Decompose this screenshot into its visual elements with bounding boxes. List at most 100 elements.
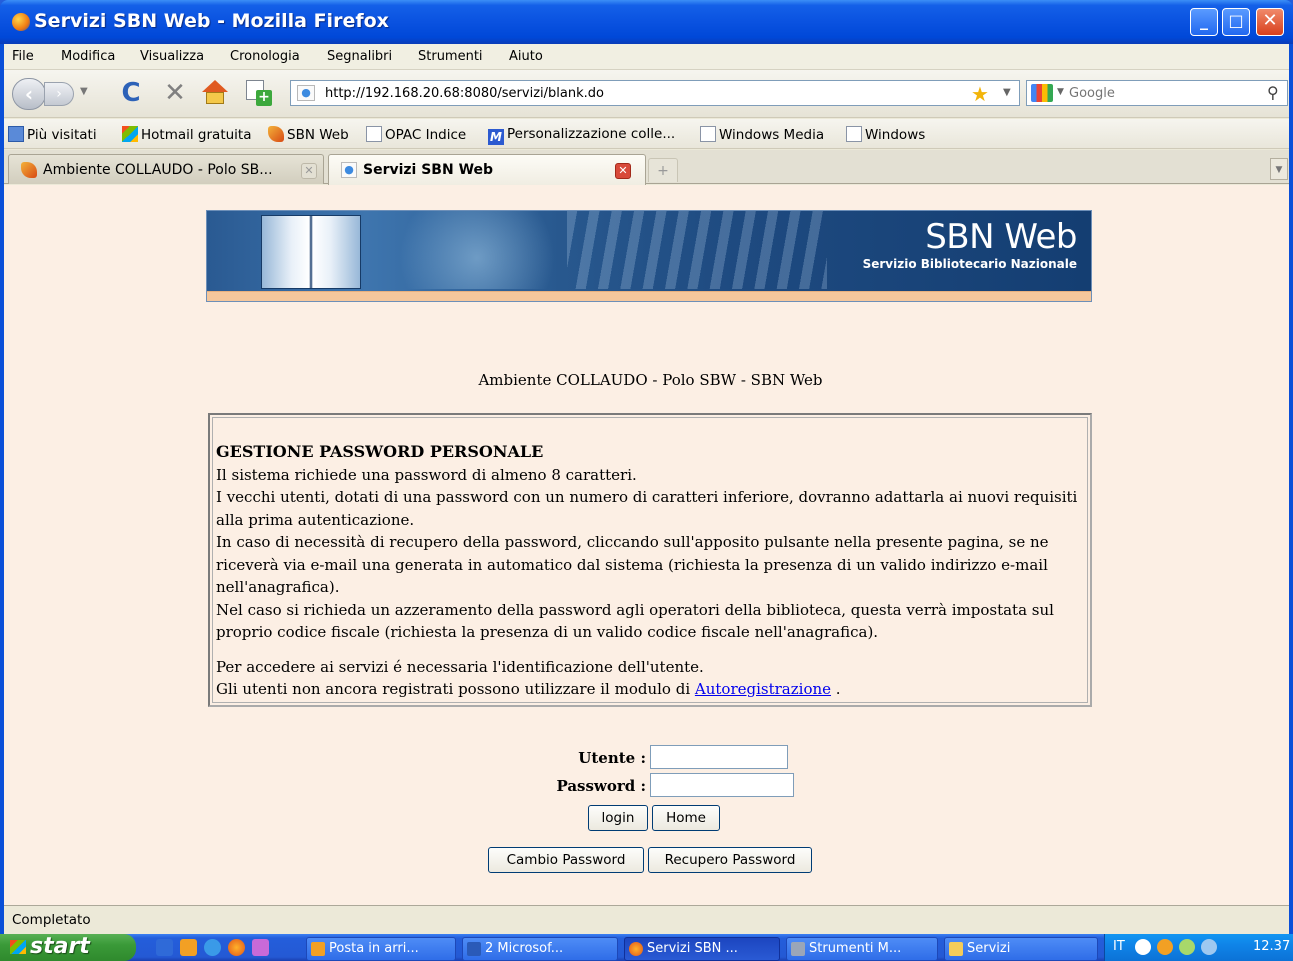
menu-modifica[interactable]: Modifica [61,49,115,64]
bookmarks-bar: Più visitati Hotmail gratuita SBN Web OP… [4,119,1289,149]
smart-bookmark-icon [8,126,24,142]
minimize-button[interactable]: _ [1190,8,1218,36]
reload-icon[interactable]: C [116,78,146,108]
user-input[interactable] [650,745,788,769]
title-bar[interactable]: Servizi SBN Web - Mozilla Firefox _ □ ✕ [0,0,1293,44]
bookmark-windows-media[interactable]: Windows Media [700,126,824,143]
system-tray: IT 12.37 [1104,934,1293,961]
stop-icon[interactable]: ✕ [160,78,190,108]
info-line: Il sistema richiede una password di alme… [216,465,637,484]
quicklaunch-outlook-icon[interactable] [180,939,197,956]
tab-servizi-sbn-web[interactable]: ● Servizi SBN Web ✕ [328,154,646,185]
task-strumenti[interactable]: Strumenti M... [786,937,938,961]
tray-network-icon[interactable] [1179,939,1195,955]
outlook-icon [311,942,325,956]
task-word[interactable]: 2 Microsof... [462,937,618,961]
clock: 12.37 [1253,939,1291,954]
engine-dropdown-icon[interactable]: ▼ [1057,87,1064,97]
menu-aiuto[interactable]: Aiuto [509,49,543,64]
loading-icon: ● [341,162,357,178]
tab-bar: Ambiente COLLAUDO - Polo SB... ✕ ● Servi… [4,150,1289,185]
page-content: SBN Web Servizio Bibliotecario Nazionale… [4,185,1289,905]
quicklaunch-firefox-icon[interactable] [228,939,245,956]
close-tab-icon[interactable]: ✕ [301,163,317,179]
search-input[interactable] [1069,84,1259,102]
home-icon[interactable] [202,80,228,106]
maximize-button[interactable]: □ [1222,8,1250,36]
recover-password-button[interactable]: Recupero Password [648,847,812,873]
page-icon [700,126,716,142]
tab-ambiente-collaudo[interactable]: Ambiente COLLAUDO - Polo SB... ✕ [8,154,324,184]
bookmark-windows[interactable]: Windows [846,126,925,143]
new-tab-button[interactable]: + [648,158,678,182]
bookmark-sbn-web[interactable]: SBN Web [268,126,349,143]
task-posta[interactable]: Posta in arri... [306,937,456,961]
search-bar[interactable]: ▼ ⚲ [1026,80,1288,106]
password-label: Password : [556,777,646,795]
menu-strumenti[interactable]: Strumenti [418,49,483,64]
quicklaunch-ie-icon[interactable] [204,939,221,956]
close-tab-icon[interactable]: ✕ [615,163,631,179]
tools-icon [791,942,805,956]
home-button[interactable]: Home [652,805,720,831]
folder-icon [949,942,963,956]
task-firefox[interactable]: Servizi SBN ... [624,937,780,961]
sbn-icon [21,162,37,178]
window-title: Servizi SBN Web - Mozilla Firefox [34,10,389,32]
start-button[interactable]: start [0,934,136,961]
history-dropdown-icon[interactable]: ▼ [80,86,88,97]
banner-stripe [207,291,1091,301]
bookmark-piu-visitati[interactable]: Più visitati [8,126,97,143]
site-favicon-icon: ● [297,85,315,101]
menu-visualizza[interactable]: Visualizza [140,49,204,64]
menu-cronologia[interactable]: Cronologia [230,49,300,64]
status-text: Completato [12,912,91,928]
tab-list-dropdown-icon[interactable]: ▼ [1270,158,1288,180]
menu-bar: File Modifica Visualizza Cronologia Segn… [4,44,1289,70]
banner-brand: SBN Web [925,217,1077,257]
windows-flag-icon [10,940,26,954]
sbn-banner: SBN Web Servizio Bibliotecario Nazionale [206,210,1092,302]
menu-segnalibri[interactable]: Segnalibri [327,49,392,64]
windows-flag-icon [122,126,138,142]
browser-window: Servizi SBN Web - Mozilla Firefox _ □ ✕ … [0,0,1293,934]
bookmark-personalizzazione[interactable]: M Personalizzazione colle... [488,126,675,145]
language-indicator[interactable]: IT [1113,939,1125,954]
tray-connection-icon[interactable] [1201,939,1217,955]
tray-outlook-icon[interactable] [1157,939,1173,955]
login-button[interactable]: login [588,805,648,831]
menu-file[interactable]: File [12,49,34,64]
tray-arrow-icon[interactable] [1135,939,1151,955]
address-bar[interactable]: ● http://192.168.20.68:8080/servizi/blan… [290,80,1020,106]
windows-taskbar: start Posta in arri... 2 Microsof... Ser… [0,934,1293,961]
password-info-box: GESTIONE PASSWORD PERSONALE Il sistema r… [208,413,1092,707]
search-icon[interactable]: ⚲ [1267,83,1279,102]
autoregistrazione-link[interactable]: Autoregistrazione [695,680,831,698]
quicklaunch-desktop-icon[interactable] [156,939,173,956]
banner-subtitle: Servizio Bibliotecario Nazionale [862,257,1077,271]
back-button[interactable]: ‹ [12,78,46,110]
access-line: Per accedere ai servizi é necessaria l'i… [216,657,704,676]
url-text[interactable]: http://192.168.20.68:8080/servizi/blank.… [325,86,604,101]
google-engine-icon[interactable] [1031,84,1053,102]
bookmark-hotmail[interactable]: Hotmail gratuita [122,126,251,143]
change-password-button[interactable]: Cambio Password [488,847,644,873]
book-illustration [261,215,361,289]
browser-client: File Modifica Visualizza Cronologia Segn… [4,44,1289,934]
sbn-icon [268,126,284,142]
task-servizi-folder[interactable]: Servizi [944,937,1098,961]
close-window-button[interactable]: ✕ [1256,8,1284,36]
info-line: I vecchi utenti, dotati di una password … [216,488,1078,529]
info-line: Nel caso si richieda un azzeramento dell… [216,600,1054,642]
bookmark-star-icon[interactable]: ★ [971,82,989,106]
page-icon [846,126,862,142]
register-line: Gli utenti non ancora registrati possono… [216,680,841,698]
firefox-icon [12,13,30,31]
forward-button[interactable]: › [44,82,74,106]
add-bookmark-icon[interactable]: + [246,80,272,106]
bookmark-opac-indice[interactable]: OPAC Indice [366,126,466,143]
user-label: Utente : [578,749,646,767]
quicklaunch-app-icon[interactable] [252,939,269,956]
password-input[interactable] [650,773,794,797]
url-dropdown-icon[interactable]: ▼ [1003,87,1011,98]
